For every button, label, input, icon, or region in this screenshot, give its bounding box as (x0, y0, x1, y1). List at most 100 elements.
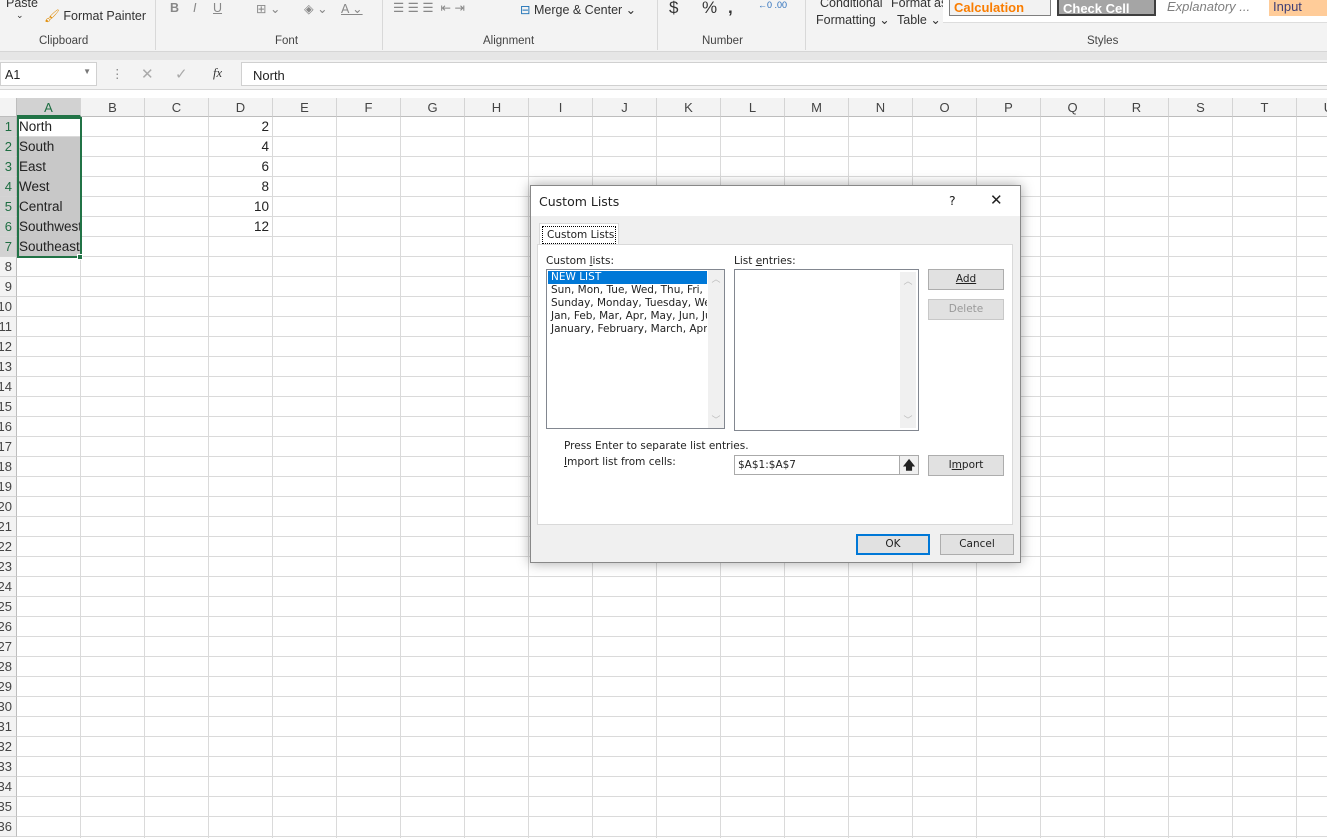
cell-D6[interactable]: 12 (209, 217, 273, 237)
column-header-F[interactable]: F (337, 98, 401, 117)
cell-D3[interactable]: 6 (209, 157, 273, 177)
cell-D1[interactable]: 2 (209, 117, 273, 137)
column-header-A[interactable]: A (17, 98, 81, 117)
row-header-2[interactable]: 2 (0, 137, 17, 157)
insert-function-icon[interactable]: fx (213, 66, 222, 81)
paste-button[interactable]: Paste (6, 0, 38, 10)
row-header-17[interactable]: 17 (0, 437, 17, 457)
column-header-T[interactable]: T (1233, 98, 1297, 117)
row-header-19[interactable]: 19 (0, 477, 17, 497)
column-header-G[interactable]: G (401, 98, 465, 117)
list-entries-scrollbar[interactable]: ︿ ﹀ (900, 272, 916, 428)
column-header-Q[interactable]: Q (1041, 98, 1105, 117)
merge-center-button[interactable]: ⊟ Merge & Center ⌄ (520, 2, 636, 17)
column-header-C[interactable]: C (145, 98, 209, 117)
row-header-22[interactable]: 22 (0, 537, 17, 557)
column-header-R[interactable]: R (1105, 98, 1169, 117)
row-header-32[interactable]: 32 (0, 737, 17, 757)
column-header-J[interactable]: J (593, 98, 657, 117)
fill-handle[interactable] (77, 254, 83, 260)
row-header-16[interactable]: 16 (0, 417, 17, 437)
import-range-input[interactable]: $A$1:$A$7 (734, 455, 919, 475)
row-header-1[interactable]: 1 (0, 117, 17, 137)
close-button[interactable]: ✕ (990, 191, 1003, 209)
column-header-K[interactable]: K (657, 98, 721, 117)
delete-button[interactable]: Delete (928, 299, 1004, 320)
row-header-11[interactable]: 11 (0, 317, 17, 337)
italic-button[interactable]: I (193, 1, 196, 15)
row-header-15[interactable]: 15 (0, 397, 17, 417)
row-header-21[interactable]: 21 (0, 517, 17, 537)
style-check-cell[interactable]: Check Cell (1057, 0, 1156, 16)
confirm-entry-icon[interactable]: ✓ (175, 65, 188, 83)
row-header-7[interactable]: 7 (0, 237, 17, 257)
format-as-table-dropdown[interactable]: Table ⌄ (897, 12, 941, 27)
custom-list-item[interactable]: Sunday, Monday, Tuesday, We (548, 297, 707, 310)
column-header-U[interactable]: U (1297, 98, 1327, 117)
help-button[interactable]: ? (949, 193, 956, 208)
style-input[interactable]: Input (1269, 0, 1327, 16)
custom-list-item[interactable]: Jan, Feb, Mar, Apr, May, Jun, Ju (548, 310, 707, 323)
cancel-button[interactable]: Cancel (940, 534, 1014, 555)
column-header-D[interactable]: D (209, 98, 273, 117)
row-header-13[interactable]: 13 (0, 357, 17, 377)
style-calculation[interactable]: Calculation (949, 0, 1051, 16)
cell-D4[interactable]: 8 (209, 177, 273, 197)
ok-button[interactable]: OK (856, 534, 930, 555)
custom-list-item[interactable]: NEW LIST (548, 271, 707, 284)
conditional-formatting-dropdown[interactable]: Formatting ⌄ (816, 12, 890, 27)
row-header-35[interactable]: 35 (0, 797, 17, 817)
collapse-range-icon[interactable]: 🡅 (899, 456, 918, 474)
row-header-31[interactable]: 31 (0, 717, 17, 737)
row-header-18[interactable]: 18 (0, 457, 17, 477)
row-header-26[interactable]: 26 (0, 617, 17, 637)
column-header-B[interactable]: B (81, 98, 145, 117)
row-header-9[interactable]: 9 (0, 277, 17, 297)
column-header-O[interactable]: O (913, 98, 977, 117)
row-header-24[interactable]: 24 (0, 577, 17, 597)
column-header-E[interactable]: E (273, 98, 337, 117)
comma-style-button[interactable]: , (728, 0, 733, 18)
row-header-12[interactable]: 12 (0, 337, 17, 357)
cell-D5[interactable]: 10 (209, 197, 273, 217)
tab-custom-lists[interactable]: Custom Lists (539, 223, 619, 245)
column-header-P[interactable]: P (977, 98, 1041, 117)
custom-list-item[interactable]: January, February, March, Apri (548, 323, 707, 336)
custom-lists-listbox[interactable]: NEW LIST Sun, Mon, Tue, Wed, Thu, Fri, Sun… (546, 269, 725, 429)
row-header-36[interactable]: 36 (0, 817, 17, 837)
bold-button[interactable]: B (170, 1, 179, 15)
row-header-34[interactable]: 34 (0, 777, 17, 797)
custom-list-item[interactable]: Sun, Mon, Tue, Wed, Thu, Fri, (548, 284, 707, 297)
add-button[interactable]: Add (928, 269, 1004, 290)
row-header-28[interactable]: 28 (0, 657, 17, 677)
row-header-20[interactable]: 20 (0, 497, 17, 517)
format-as-table-button[interactable]: Format as (891, 0, 947, 10)
cell-D2[interactable]: 4 (209, 137, 273, 157)
name-box[interactable]: A1 ▼ (0, 62, 97, 86)
fill-color-icon[interactable]: ◈ ⌄ (304, 1, 328, 16)
row-header-27[interactable]: 27 (0, 637, 17, 657)
row-header-4[interactable]: 4 (0, 177, 17, 197)
row-header-5[interactable]: 5 (0, 197, 17, 217)
row-header-3[interactable]: 3 (0, 157, 17, 177)
font-color-icon[interactable]: A ⌄ (341, 1, 363, 16)
column-header-S[interactable]: S (1169, 98, 1233, 117)
row-header-6[interactable]: 6 (0, 217, 17, 237)
column-header-N[interactable]: N (849, 98, 913, 117)
paste-dropdown-icon[interactable]: ⌄ (16, 10, 24, 21)
column-header-L[interactable]: L (721, 98, 785, 117)
underline-button[interactable]: U (213, 1, 222, 15)
name-box-dropdown-icon[interactable]: ▼ (83, 67, 91, 76)
row-header-10[interactable]: 10 (0, 297, 17, 317)
row-header-25[interactable]: 25 (0, 597, 17, 617)
align-icons[interactable]: ☰ ☰ ☰ ⇤ ⇥ (393, 0, 465, 15)
row-header-14[interactable]: 14 (0, 377, 17, 397)
list-entries-textbox[interactable]: ︿ ﹀ (734, 269, 919, 431)
percent-button[interactable]: % (702, 0, 717, 18)
currency-button[interactable]: $ (669, 0, 678, 18)
row-header-33[interactable]: 33 (0, 757, 17, 777)
column-header-M[interactable]: M (785, 98, 849, 117)
borders-icon[interactable]: ⊞ ⌄ (256, 1, 280, 16)
row-header-30[interactable]: 30 (0, 697, 17, 717)
column-header-I[interactable]: I (529, 98, 593, 117)
